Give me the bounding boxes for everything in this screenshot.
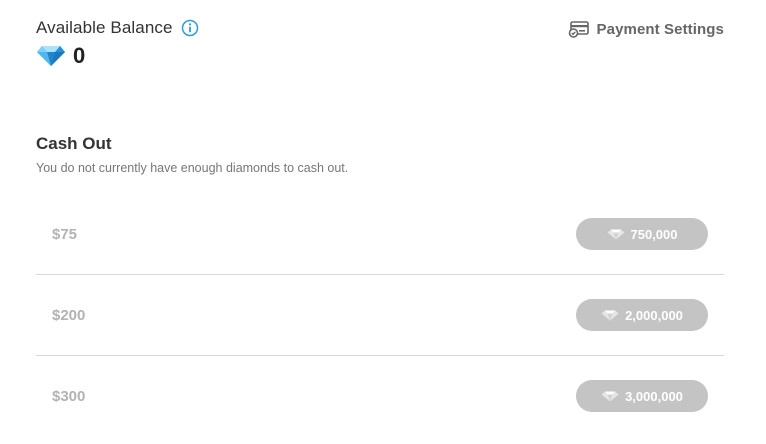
tier-amount: $300: [52, 387, 86, 405]
diamond-icon: [607, 229, 625, 240]
cash-out-button[interactable]: 750,000: [576, 218, 708, 250]
balance-section: Available Balance 0: [36, 17, 199, 69]
cash-out-tier-list: $75 750,000 $200 2,000,000 $300 3,000,00…: [36, 194, 724, 436]
balance-value-row: 0: [36, 43, 199, 69]
balance-value: 0: [73, 43, 86, 68]
tier-cost: 3,000,000: [625, 388, 683, 404]
diamond-icon: [601, 391, 619, 402]
tier-cost: 2,000,000: [625, 307, 683, 323]
tier-amount: $75: [52, 225, 78, 243]
cash-out-tier-row: $300 3,000,000: [36, 356, 724, 436]
cash-out-tier-row: $75 750,000: [36, 194, 724, 275]
cash-out-page: Available Balance 0 Payment Settings Cas…: [0, 0, 766, 444]
cash-out-title: Cash Out: [36, 134, 112, 153]
balance-title-row: Available Balance: [36, 17, 199, 39]
tier-cost: 750,000: [630, 226, 678, 242]
tier-amount: $200: [52, 306, 86, 324]
diamond-icon: [601, 310, 619, 321]
card-settings-icon: [568, 20, 590, 38]
cash-out-section: Cash Out You do not currently have enoug…: [36, 133, 724, 436]
payment-settings-button[interactable]: Payment Settings: [568, 20, 724, 38]
cash-out-button[interactable]: 2,000,000: [576, 299, 708, 331]
cash-out-tier-row: $200 2,000,000: [36, 275, 724, 356]
info-icon[interactable]: [181, 19, 199, 37]
diamond-icon: [36, 45, 66, 67]
payment-settings-label: Payment Settings: [596, 20, 724, 38]
balance-title: Available Balance: [36, 18, 173, 37]
cash-out-button[interactable]: 3,000,000: [576, 380, 708, 412]
cash-out-subtitle: You do not currently have enough diamond…: [36, 161, 349, 175]
